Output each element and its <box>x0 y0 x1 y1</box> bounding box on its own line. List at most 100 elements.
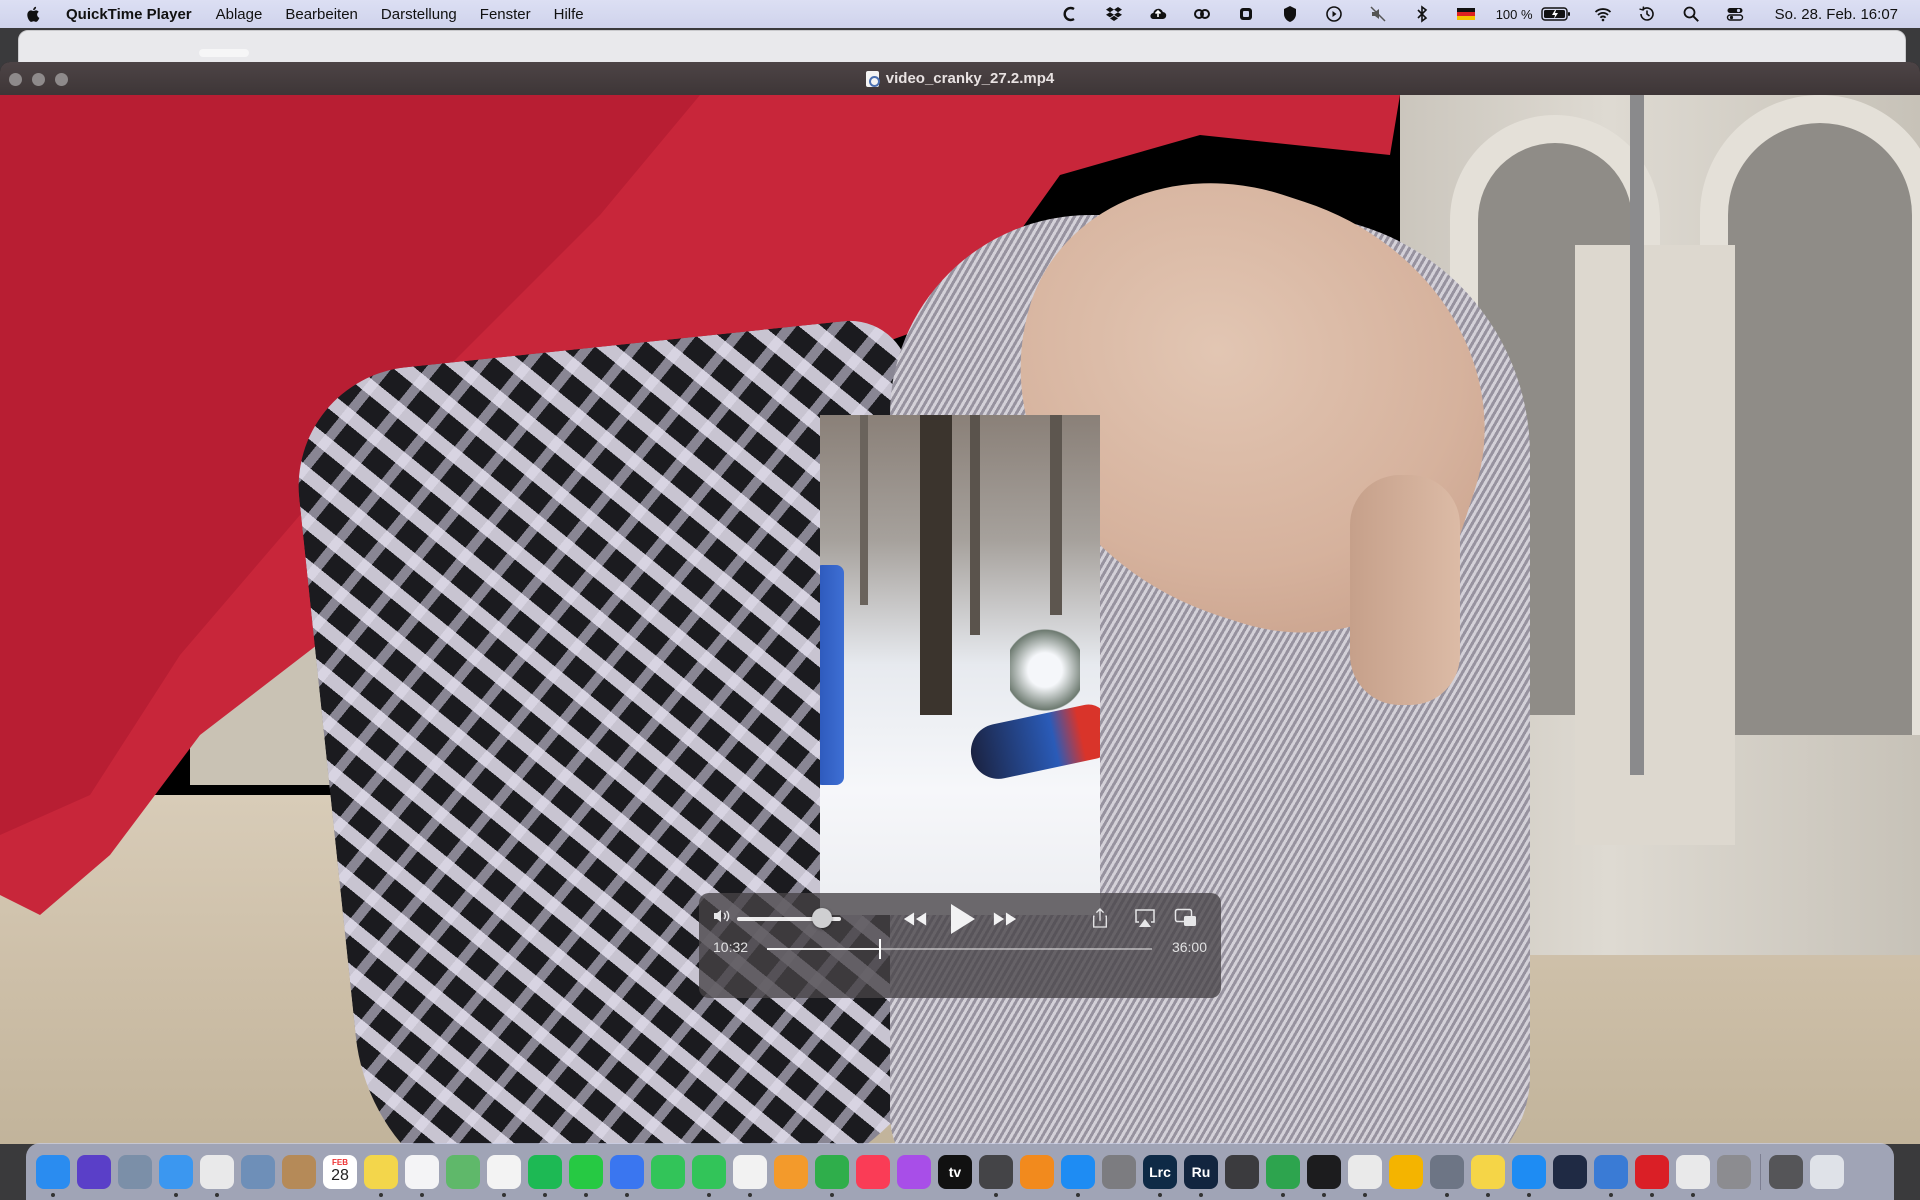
dock-separator <box>1760 1153 1761 1190</box>
activity-icon[interactable] <box>1307 1154 1341 1197</box>
playback-controls: 10:32 36:00 <box>699 893 1221 998</box>
menu-ablage[interactable]: Ablage <box>216 6 263 23</box>
prompt-icon[interactable] <box>1553 1154 1587 1189</box>
window-title-group: video_cranky_27.2.mp4 <box>865 70 1055 87</box>
quicktime-window: video_cranky_27.2.mp4 10:32 36:00 <box>0 62 1920 1144</box>
proxyman-icon[interactable] <box>1594 1154 1628 1197</box>
safari-icon[interactable] <box>1512 1154 1546 1197</box>
calculator-icon[interactable] <box>1225 1154 1259 1189</box>
germany-flag-icon[interactable] <box>1444 0 1488 28</box>
menu-bearbeiten[interactable]: Bearbeiten <box>285 6 358 23</box>
menu-darstellung[interactable]: Darstellung <box>381 6 457 23</box>
pip-tree-far <box>1050 415 1062 615</box>
shield-icon[interactable] <box>1268 0 1312 28</box>
lightroom-icon[interactable]: Lrc <box>1143 1154 1177 1197</box>
calendar-day: 28 <box>331 1167 349 1184</box>
film-icon[interactable] <box>1769 1154 1803 1189</box>
contacts-icon[interactable] <box>282 1154 316 1189</box>
pip-blue-figure <box>820 565 844 785</box>
screenshot-icon[interactable] <box>979 1154 1013 1197</box>
pip-tree-branch <box>970 415 980 635</box>
camera-icon[interactable] <box>1717 1154 1751 1189</box>
c-app-icon[interactable] <box>1048 0 1092 28</box>
window-titlebar[interactable]: video_cranky_27.2.mp4 <box>0 62 1920 95</box>
signal-icon[interactable] <box>610 1154 644 1197</box>
bluetooth-icon[interactable] <box>1400 0 1444 28</box>
siri-icon[interactable] <box>77 1154 111 1189</box>
photos-icon[interactable] <box>487 1154 521 1197</box>
calendar-icon[interactable]: FEB 28 <box>323 1154 357 1189</box>
trash-icon[interactable] <box>1810 1154 1844 1189</box>
share-icon[interactable] <box>1089 905 1111 931</box>
dock: FEB 28 tv Lrc Ru <box>26 1143 1894 1200</box>
battery-percentage[interactable]: 100 % <box>1496 7 1533 22</box>
cloud-upload-icon[interactable] <box>1136 0 1180 28</box>
video-pillar <box>1575 245 1735 845</box>
menubar-clock[interactable]: So. 28. Feb. 16:07 <box>1775 6 1898 23</box>
istat-icon[interactable] <box>1266 1154 1300 1197</box>
pages-icon[interactable] <box>774 1154 808 1189</box>
volume-icon[interactable] <box>712 907 732 925</box>
menu-hilfe[interactable]: Hilfe <box>554 6 584 23</box>
vpn-icon[interactable] <box>1224 0 1268 28</box>
cleaner-icon[interactable] <box>1676 1154 1710 1197</box>
timeline-playhead[interactable] <box>878 939 881 959</box>
mute-icon[interactable] <box>1356 0 1400 28</box>
document-icon <box>865 70 880 87</box>
chrome-icon[interactable] <box>200 1154 234 1197</box>
notes-icon[interactable] <box>364 1154 398 1197</box>
whatsapp-icon[interactable] <box>569 1154 603 1197</box>
dropbox-icon[interactable] <box>1092 0 1136 28</box>
podcasts-icon[interactable] <box>897 1154 931 1189</box>
creative-cloud-app-icon[interactable] <box>1635 1154 1669 1197</box>
menu-fenster[interactable]: Fenster <box>480 6 531 23</box>
volume-slider-knob[interactable] <box>812 908 833 928</box>
wifi-icon[interactable] <box>1581 0 1625 28</box>
keynote-icon[interactable] <box>1389 1154 1423 1189</box>
duration-time: 36:00 <box>1171 939 1207 955</box>
archive-icon[interactable] <box>1430 1154 1464 1197</box>
background-window-tab <box>199 49 249 57</box>
window-title: video_cranky_27.2.mp4 <box>885 70 1055 87</box>
appstore-icon[interactable] <box>1061 1154 1095 1197</box>
menu-bar: QuickTime Player Ablage Bearbeiten Darst… <box>0 0 1920 28</box>
facetime-icon[interactable] <box>651 1154 685 1189</box>
app-name-menu[interactable]: QuickTime Player <box>66 6 192 23</box>
preview-icon[interactable] <box>241 1154 275 1189</box>
minimize-button[interactable] <box>32 73 45 86</box>
apple-logo-icon[interactable] <box>24 4 44 24</box>
maps-icon[interactable] <box>446 1154 480 1189</box>
spotlight-search-icon[interactable] <box>1669 0 1713 28</box>
pip-tree-trunk <box>920 415 952 715</box>
books-icon[interactable] <box>1020 1154 1054 1189</box>
calendar-month: FEB <box>332 1158 348 1167</box>
time-machine-icon[interactable] <box>1625 0 1669 28</box>
textedit-icon[interactable] <box>733 1154 767 1197</box>
battery-icon[interactable] <box>1539 0 1573 28</box>
airplay-icon[interactable] <box>1133 906 1157 930</box>
fast-forward-button[interactable] <box>991 907 1019 931</box>
close-button[interactable] <box>9 73 22 86</box>
control-center-icon[interactable] <box>1713 0 1757 28</box>
system-preferences-icon[interactable] <box>1102 1154 1136 1189</box>
appletv-icon[interactable]: tv <box>938 1154 972 1189</box>
rush-icon[interactable]: Ru <box>1184 1154 1218 1197</box>
stickies-icon[interactable] <box>1471 1154 1505 1197</box>
music-icon[interactable] <box>856 1154 890 1189</box>
numbers-icon[interactable] <box>815 1154 849 1197</box>
play-button[interactable] <box>945 900 979 938</box>
mail-icon[interactable] <box>159 1154 193 1197</box>
play-circle-icon[interactable] <box>1312 0 1356 28</box>
spotify-icon[interactable] <box>528 1154 562 1197</box>
solitaire-icon[interactable] <box>1348 1154 1382 1197</box>
picture-in-picture-icon[interactable] <box>1173 906 1199 930</box>
rewind-button[interactable] <box>901 907 929 931</box>
launchpad-icon[interactable] <box>118 1154 152 1189</box>
zoom-button[interactable] <box>55 73 68 86</box>
lightroom-label: Lrc <box>1149 1163 1171 1180</box>
finder-icon[interactable] <box>36 1154 70 1197</box>
messages-icon[interactable] <box>692 1154 726 1197</box>
creative-cloud-icon[interactable] <box>1180 0 1224 28</box>
reminders-icon[interactable] <box>405 1154 439 1197</box>
current-time: 10:32 <box>713 939 749 955</box>
